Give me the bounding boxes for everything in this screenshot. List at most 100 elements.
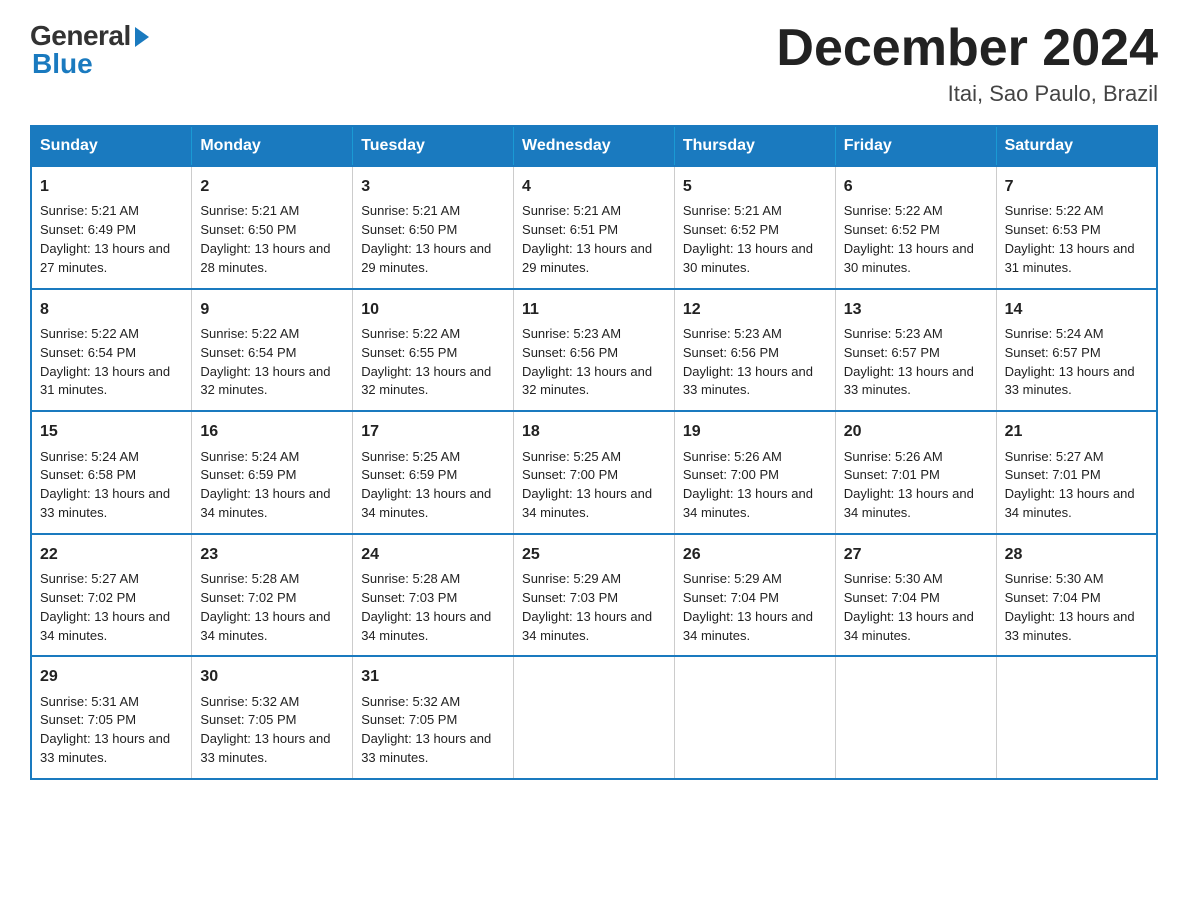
title-block: December 2024 Itai, Sao Paulo, Brazil [776, 20, 1158, 107]
daylight-text: Daylight: 13 hours and 28 minutes. [200, 241, 330, 275]
sunrise-text: Sunrise: 5:32 AM [200, 694, 299, 709]
calendar-week-row: 1Sunrise: 5:21 AMSunset: 6:49 PMDaylight… [31, 166, 1157, 289]
day-number: 29 [40, 665, 183, 688]
daylight-text: Daylight: 13 hours and 29 minutes. [522, 241, 652, 275]
calendar-day-cell: 17Sunrise: 5:25 AMSunset: 6:59 PMDayligh… [353, 411, 514, 534]
sunrise-text: Sunrise: 5:22 AM [40, 326, 139, 341]
sunrise-text: Sunrise: 5:23 AM [522, 326, 621, 341]
sunrise-text: Sunrise: 5:26 AM [844, 449, 943, 464]
day-number: 28 [1005, 543, 1148, 566]
daylight-text: Daylight: 13 hours and 33 minutes. [40, 731, 170, 765]
day-number: 5 [683, 175, 827, 198]
calendar-day-cell: 29 Sunrise: 5:31 AM Sunset: 7:05 PM Dayligh… [31, 656, 192, 779]
column-header-saturday: Saturday [996, 126, 1157, 166]
calendar-day-cell: 30Sunrise: 5:32 AMSunset: 7:05 PMDayligh… [192, 656, 353, 779]
sunrise-text: Sunrise: 5:30 AM [1005, 571, 1104, 586]
calendar-day-cell: 9Sunrise: 5:22 AMSunset: 6:54 PMDaylight… [192, 289, 353, 412]
sunrise-text: Sunrise: 5:22 AM [1005, 203, 1104, 218]
daylight-text: Daylight: 13 hours and 34 minutes. [844, 609, 974, 643]
location-subtitle: Itai, Sao Paulo, Brazil [776, 81, 1158, 107]
calendar-day-cell: 6Sunrise: 5:22 AMSunset: 6:52 PMDaylight… [835, 166, 996, 289]
sunrise-text: Sunrise: 5:24 AM [1005, 326, 1104, 341]
sunset-text: Sunset: 6:56 PM [683, 345, 779, 360]
sunset-text: Sunset: 6:59 PM [200, 467, 296, 482]
day-number: 9 [200, 298, 344, 321]
daylight-text: Daylight: 13 hours and 34 minutes. [522, 609, 652, 643]
calendar-day-cell: 14 Sunrise: 5:24 AM Sunset: 6:57 PM Dayligh… [996, 289, 1157, 412]
day-number: 18 [522, 420, 666, 443]
sunrise-text: Sunrise: 5:21 AM [683, 203, 782, 218]
sunset-text: Sunset: 6:57 PM [1005, 345, 1101, 360]
calendar-day-cell: 23Sunrise: 5:28 AMSunset: 7:02 PMDayligh… [192, 534, 353, 657]
sunrise-text: Sunrise: 5:31 AM [40, 694, 139, 709]
sunrise-text: Sunrise: 5:25 AM [522, 449, 621, 464]
daylight-text: Daylight: 13 hours and 34 minutes. [522, 486, 652, 520]
day-number: 27 [844, 543, 988, 566]
daylight-text: Daylight: 13 hours and 34 minutes. [844, 486, 974, 520]
column-header-sunday: Sunday [31, 126, 192, 166]
sunrise-text: Sunrise: 5:25 AM [361, 449, 460, 464]
daylight-text: Daylight: 13 hours and 34 minutes. [683, 486, 813, 520]
sunset-text: Sunset: 7:04 PM [683, 590, 779, 605]
sunrise-text: Sunrise: 5:22 AM [361, 326, 460, 341]
daylight-text: Daylight: 13 hours and 32 minutes. [522, 364, 652, 398]
sunset-text: Sunset: 7:04 PM [844, 590, 940, 605]
day-number: 4 [522, 175, 666, 198]
day-number: 13 [844, 298, 988, 321]
daylight-text: Daylight: 13 hours and 33 minutes. [1005, 364, 1135, 398]
daylight-text: Daylight: 13 hours and 34 minutes. [683, 609, 813, 643]
calendar-day-cell: 4Sunrise: 5:21 AMSunset: 6:51 PMDaylight… [514, 166, 675, 289]
calendar-day-cell: 31Sunrise: 5:32 AMSunset: 7:05 PMDayligh… [353, 656, 514, 779]
sunset-text: Sunset: 7:00 PM [683, 467, 779, 482]
sunset-text: Sunset: 6:57 PM [844, 345, 940, 360]
day-number: 7 [1005, 175, 1148, 198]
day-number: 17 [361, 420, 505, 443]
day-number: 14 [1005, 298, 1148, 321]
sunrise-text: Sunrise: 5:23 AM [683, 326, 782, 341]
logo-arrow-icon [135, 27, 149, 47]
sunset-text: Sunset: 6:58 PM [40, 467, 136, 482]
daylight-text: Daylight: 13 hours and 27 minutes. [40, 241, 170, 275]
sunrise-text: Sunrise: 5:23 AM [844, 326, 943, 341]
month-title: December 2024 [776, 20, 1158, 77]
sunset-text: Sunset: 7:05 PM [200, 712, 296, 727]
column-header-tuesday: Tuesday [353, 126, 514, 166]
sunset-text: Sunset: 7:05 PM [40, 712, 136, 727]
column-header-thursday: Thursday [674, 126, 835, 166]
daylight-text: Daylight: 13 hours and 34 minutes. [200, 486, 330, 520]
sunrise-text: Sunrise: 5:30 AM [844, 571, 943, 586]
calendar-day-cell: 13Sunrise: 5:23 AMSunset: 6:57 PMDayligh… [835, 289, 996, 412]
calendar-day-cell: 7 Sunrise: 5:22 AM Sunset: 6:53 PM Daylight… [996, 166, 1157, 289]
sunset-text: Sunset: 6:53 PM [1005, 222, 1101, 237]
sunrise-text: Sunrise: 5:27 AM [1005, 449, 1104, 464]
sunset-text: Sunset: 6:56 PM [522, 345, 618, 360]
daylight-text: Daylight: 13 hours and 31 minutes. [1005, 241, 1135, 275]
sunset-text: Sunset: 7:01 PM [844, 467, 940, 482]
sunset-text: Sunset: 6:54 PM [200, 345, 296, 360]
day-number: 11 [522, 298, 666, 321]
daylight-text: Daylight: 13 hours and 30 minutes. [844, 241, 974, 275]
daylight-text: Daylight: 13 hours and 33 minutes. [683, 364, 813, 398]
calendar-day-cell: 27 Sunrise: 5:30 AM Sunset: 7:04 PM Dayligh… [835, 534, 996, 657]
day-number: 26 [683, 543, 827, 566]
daylight-text: Daylight: 13 hours and 34 minutes. [40, 609, 170, 643]
calendar-day-cell: 1Sunrise: 5:21 AMSunset: 6:49 PMDaylight… [31, 166, 192, 289]
daylight-text: Daylight: 13 hours and 33 minutes. [200, 731, 330, 765]
sunrise-text: Sunrise: 5:24 AM [40, 449, 139, 464]
daylight-text: Daylight: 13 hours and 29 minutes. [361, 241, 491, 275]
calendar-day-cell [674, 656, 835, 779]
sunrise-text: Sunrise: 5:28 AM [361, 571, 460, 586]
logo-blue-text: Blue [32, 48, 93, 80]
sunrise-text: Sunrise: 5:28 AM [200, 571, 299, 586]
calendar-day-cell: 28Sunrise: 5:30 AMSunset: 7:04 PMDayligh… [996, 534, 1157, 657]
calendar-week-row: 22Sunrise: 5:27 AMSunset: 7:02 PMDayligh… [31, 534, 1157, 657]
sunset-text: Sunset: 7:02 PM [40, 590, 136, 605]
sunrise-text: Sunrise: 5:24 AM [200, 449, 299, 464]
sunrise-text: Sunrise: 5:29 AM [683, 571, 782, 586]
sunset-text: Sunset: 6:54 PM [40, 345, 136, 360]
sunset-text: Sunset: 6:50 PM [361, 222, 457, 237]
daylight-text: Daylight: 13 hours and 33 minutes. [361, 731, 491, 765]
day-number: 19 [683, 420, 827, 443]
sunset-text: Sunset: 6:50 PM [200, 222, 296, 237]
day-number: 12 [683, 298, 827, 321]
